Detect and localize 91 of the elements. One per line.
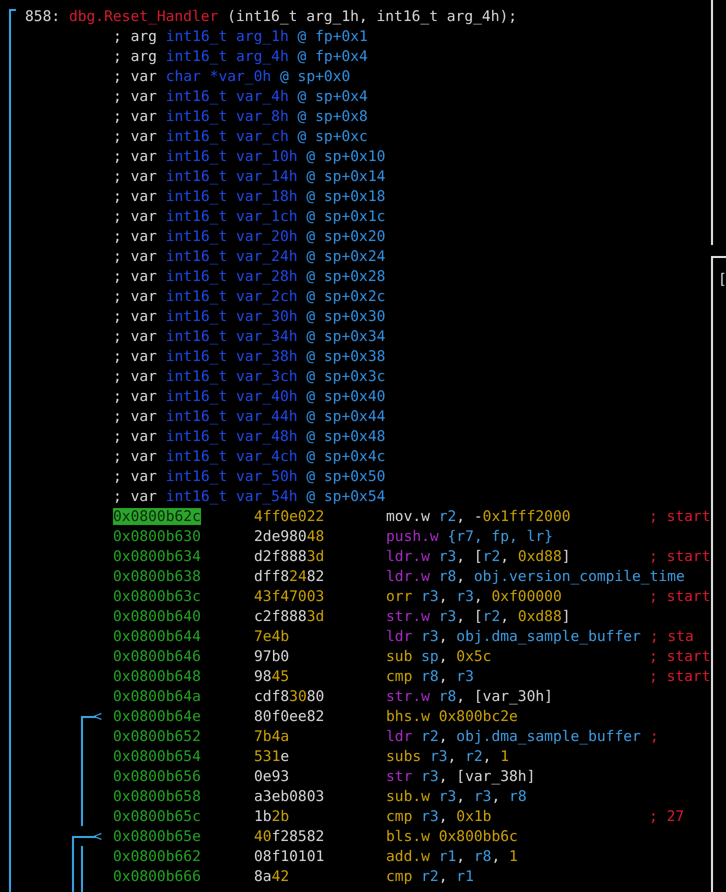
instruction-text: ldr.w r3, [r2, 0xd88] (386, 548, 571, 565)
instruction-text: sub sp, 0x5c (386, 648, 492, 665)
variable-declaration: ; var int16_t var_4h @ sp+0x4 (113, 87, 368, 107)
variable-declaration: ; var int16_t var_48h @ sp+0x48 (113, 427, 386, 447)
instruction-text: bhs.w 0x800bc2e (386, 708, 518, 725)
variable-declaration: ; arg int16_t arg_4h @ fp+0x4 (113, 47, 368, 67)
instruction-text: cmp r8, r3 (386, 668, 474, 685)
variable-declaration: ; var int16_t var_14h @ sp+0x14 (113, 167, 386, 187)
variable-declaration: ; var int16_t var_8h @ sp+0x8 (113, 107, 368, 127)
instruction-text: bls.w 0x800bb6c (386, 828, 518, 845)
variable-declaration: ; var int16_t var_3ch @ sp+0x3c (113, 367, 386, 387)
variable-declaration: ; var int16_t var_20h @ sp+0x20 (113, 227, 386, 247)
instruction-bytes: 97b0 (254, 648, 290, 665)
comment-text: ; 27 (649, 807, 684, 827)
function-signature: 858: dbg.Reset_Handler (int16_t arg_1h, int16_t arg_4h); (25, 7, 518, 27)
comment-text: ; (650, 727, 659, 747)
instruction-bytes: 1b2b (254, 808, 290, 825)
variable-declaration: ; var int16_t var_10h @ sp+0x10 (113, 147, 386, 167)
variable-declaration: ; var int16_t var_4ch @ sp+0x4c (113, 447, 386, 467)
instruction-bytes: c2f8883d (254, 608, 324, 625)
variable-declaration: ; var int16_t var_2ch @ sp+0x2c (113, 287, 386, 307)
instruction-bytes: dff82482 (254, 568, 324, 585)
address[interactable]: 0x0800b640 (113, 608, 201, 625)
instruction-bytes: 7e4b (254, 628, 290, 645)
instruction-text: ldr r3, obj.dma_sample_buffer (386, 628, 641, 645)
instruction-bytes: 531e (254, 748, 290, 765)
instruction-bytes: 8a42 (254, 868, 290, 885)
instruction-text: cmp r2, r1 (386, 868, 474, 885)
variable-declaration: ; var int16_t var_ch @ sp+0xc (113, 127, 368, 147)
instruction-bytes: 2de98048 (254, 528, 324, 545)
address[interactable]: 0x0800b62c (113, 508, 201, 525)
address[interactable]: 0x0800b652 (113, 728, 201, 745)
comment-text: ; start (649, 547, 711, 567)
instruction-bytes: 4ff0e022 (254, 508, 324, 525)
address[interactable]: 0x0800b666 (113, 868, 201, 885)
address[interactable]: 0x0800b658 (113, 788, 201, 805)
comment-text: ; start (649, 507, 711, 527)
instruction-text: subs r3, r2, 1 (386, 748, 510, 765)
variable-declaration: ; var int16_t var_38h @ sp+0x38 (113, 347, 386, 367)
comment-text: ; sta (650, 627, 694, 647)
variable-declaration: ; var int16_t var_24h @ sp+0x24 (113, 247, 386, 267)
variable-declaration: ; arg int16_t arg_1h @ fp+0x1 (113, 27, 368, 47)
variable-declaration: ; var int16_t var_40h @ sp+0x40 (113, 387, 386, 407)
variable-declaration: ; var int16_t var_18h @ sp+0x18 (113, 187, 386, 207)
instruction-text: ldr.w r8, obj.version_compile_time (386, 568, 685, 585)
instruction-text: ldr r2, obj.dma_sample_buffer (386, 728, 641, 745)
instruction-text: str.w r8, [var_30h] (386, 688, 553, 705)
variable-declaration: ; var char *var_0h @ sp+0x0 (113, 67, 350, 87)
address[interactable]: 0x0800b63c (113, 588, 201, 605)
instruction-text: sub.w r3, r3, r8 (386, 788, 527, 805)
comment-text: ; start (649, 587, 711, 607)
address[interactable]: 0x0800b644 (113, 628, 201, 645)
address[interactable]: 0x0800b64a (113, 688, 201, 705)
comment-text: ; start (649, 667, 711, 687)
instruction-bytes: a3eb0803 (254, 788, 324, 805)
instruction-bytes: 9845 (254, 668, 290, 685)
variable-declaration: ; var int16_t var_50h @ sp+0x50 (113, 467, 386, 487)
instruction-text: cmp r3, 0x1b (386, 808, 492, 825)
instruction-bytes: 08f10101 (254, 848, 324, 865)
variable-declaration: ; var int16_t var_1ch @ sp+0x1c (113, 207, 386, 227)
instruction-text: push.w {r7, fp, lr} (386, 528, 553, 545)
instruction-text: mov.w r2, -0x1fff2000 (386, 508, 571, 525)
comment-text: ; start (649, 647, 711, 667)
instruction-bytes: 43f47003 (254, 588, 324, 605)
address[interactable]: 0x0800b64e (113, 708, 201, 725)
instruction-bytes: d2f8883d (254, 548, 324, 565)
instruction-text: str r3, [var_38h] (386, 768, 536, 785)
instruction-text: add.w r1, r8, 1 (386, 848, 518, 865)
address[interactable]: 0x0800b634 (113, 548, 201, 565)
instruction-text: str.w r3, [r2, 0xd88] (386, 608, 571, 625)
address[interactable]: 0x0800b638 (113, 568, 201, 585)
panel-bracket: [ (718, 270, 726, 290)
address[interactable]: 0x0800b65c (113, 808, 201, 825)
variable-declaration: ; var int16_t var_30h @ sp+0x30 (113, 307, 386, 327)
address[interactable]: 0x0800b646 (113, 648, 201, 665)
instruction-bytes: 0e93 (254, 768, 290, 785)
instruction-bytes: 7b4a (254, 728, 290, 745)
instruction-bytes: 40f28582 (254, 828, 324, 845)
instruction-bytes: cdf83080 (254, 688, 324, 705)
address[interactable]: 0x0800b630 (113, 528, 201, 545)
address[interactable]: 0x0800b648 (113, 668, 201, 685)
variable-declaration: ; var int16_t var_34h @ sp+0x34 (113, 327, 386, 347)
address[interactable]: 0x0800b656 (113, 768, 201, 785)
variable-declaration: ; var int16_t var_28h @ sp+0x28 (113, 267, 386, 287)
address[interactable]: 0x0800b65e (113, 828, 201, 845)
variable-declaration: ; var int16_t var_44h @ sp+0x44 (113, 407, 386, 427)
address[interactable]: 0x0800b662 (113, 848, 201, 865)
variable-declaration: ; var int16_t var_54h @ sp+0x54 (113, 487, 386, 507)
instruction-bytes: 80f0ee82 (254, 708, 324, 725)
instruction-text: orr r3, r3, 0xf00000 (386, 588, 562, 605)
address[interactable]: 0x0800b654 (113, 748, 201, 765)
